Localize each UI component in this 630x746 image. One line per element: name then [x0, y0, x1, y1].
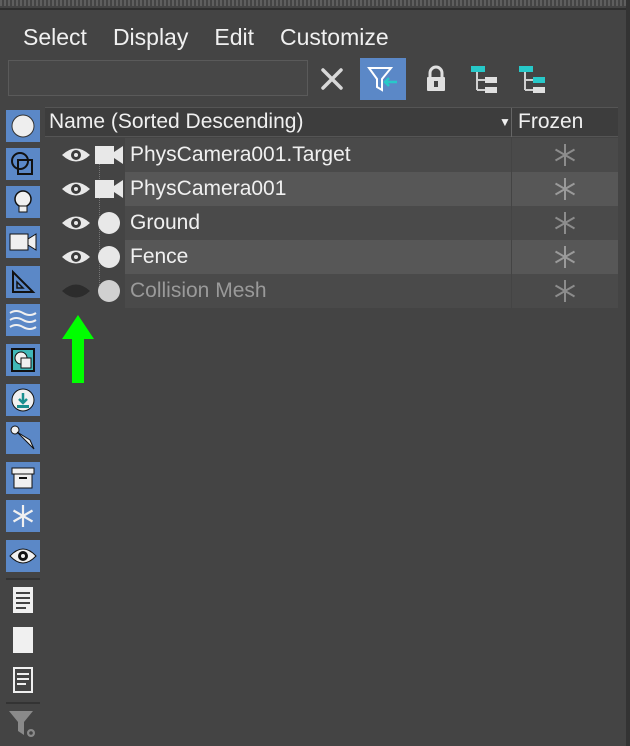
- helpers-filter-icon: [12, 269, 36, 293]
- geometry-filter-button[interactable]: [6, 110, 40, 142]
- helpers-filter-button[interactable]: [6, 266, 40, 298]
- frozen-filter-button[interactable]: [6, 500, 40, 532]
- shapes-filter-button[interactable]: [6, 148, 40, 180]
- frozen-snowflake-icon[interactable]: [553, 279, 577, 303]
- annotation-arrow-icon: [62, 315, 94, 383]
- panel-divider: [0, 8, 630, 10]
- geometry-icon: [98, 280, 120, 302]
- hierarchy-icon: [471, 66, 497, 93]
- cameras-filter-button[interactable]: [6, 226, 40, 258]
- frozen-snowflake-icon[interactable]: [553, 245, 577, 269]
- filter-toggle-button[interactable]: [360, 58, 406, 100]
- select-all-icon: [13, 587, 33, 613]
- panel-grip[interactable]: [0, 0, 630, 6]
- lock-icon: [427, 65, 445, 91]
- filter-arrow-icon: [367, 67, 397, 92]
- geometry-icon: [98, 212, 120, 234]
- column-header-frozen[interactable]: Frozen: [518, 108, 583, 136]
- search-input[interactable]: [8, 60, 308, 96]
- select-none-icon: [13, 627, 33, 653]
- invert-selection-button[interactable]: [6, 664, 40, 696]
- column-divider[interactable]: [511, 108, 512, 137]
- lights-filter-button[interactable]: [6, 186, 40, 218]
- table-row[interactable]: Ground: [45, 206, 618, 240]
- panel-right-edge: [626, 0, 630, 746]
- column-header-name[interactable]: Name (Sorted Descending): [49, 108, 303, 136]
- sidebar-separator: [6, 702, 40, 704]
- visible-eye-icon[interactable]: [61, 213, 91, 233]
- table-row[interactable]: Collision Mesh: [45, 274, 618, 308]
- bones-filter-icon: [10, 425, 35, 450]
- geometry-filter-icon: [11, 114, 35, 138]
- frozen-snowflake-icon[interactable]: [553, 143, 577, 167]
- frozen-snowflake-icon[interactable]: [553, 211, 577, 235]
- hidden-filter-icon: [9, 548, 37, 564]
- select-none-button[interactable]: [6, 624, 40, 656]
- menu-edit[interactable]: Edit: [201, 20, 267, 54]
- select-all-button[interactable]: [6, 584, 40, 616]
- camera-icon: [95, 146, 123, 164]
- geometry-icon: [98, 246, 120, 268]
- lock-selection-button[interactable]: [416, 58, 456, 100]
- menu-customize[interactable]: Customize: [267, 20, 402, 54]
- table-row[interactable]: Fence: [45, 240, 618, 274]
- cameras-filter-icon: [9, 233, 37, 251]
- object-name: PhysCamera001.Target: [130, 143, 351, 166]
- toolbar: [8, 58, 608, 102]
- menu-select[interactable]: Select: [10, 20, 100, 54]
- menu-display[interactable]: Display: [100, 20, 201, 54]
- object-name: Fence: [130, 245, 189, 268]
- bones-filter-button[interactable]: [6, 422, 40, 454]
- groups-filter-icon: [11, 348, 35, 372]
- table-row[interactable]: PhysCamera001: [45, 172, 618, 206]
- hidden-eye-icon[interactable]: [61, 281, 91, 301]
- xref-filter-button[interactable]: [6, 384, 40, 416]
- table-row[interactable]: PhysCamera001.Target: [45, 138, 618, 172]
- lights-filter-icon: [14, 190, 32, 213]
- frozen-snowflake-icon[interactable]: [553, 177, 577, 201]
- containers-filter-button[interactable]: [6, 462, 40, 494]
- visible-eye-icon[interactable]: [61, 247, 91, 267]
- sidebar-separator: [6, 578, 40, 580]
- shapes-filter-icon: [11, 152, 33, 175]
- spacewarps-filter-button[interactable]: [6, 304, 40, 336]
- frozen-filter-icon: [12, 505, 34, 527]
- sort-descending-icon[interactable]: ▼: [499, 108, 511, 136]
- table-header: Name (Sorted Descending) ▼ Frozen: [45, 107, 618, 137]
- groups-filter-button[interactable]: [6, 344, 40, 376]
- filter-settings-icon: [9, 711, 37, 739]
- hidden-filter-button[interactable]: [6, 540, 40, 572]
- xref-filter-icon: [11, 388, 35, 412]
- hierarchy-selected-icon: [519, 66, 545, 93]
- hierarchy-collapse-button[interactable]: [512, 58, 552, 100]
- clear-search-button[interactable]: [312, 58, 352, 100]
- visible-eye-icon[interactable]: [61, 179, 91, 199]
- containers-filter-icon: [11, 467, 35, 489]
- filter-sidebar: [4, 108, 42, 746]
- invert-selection-icon: [13, 667, 33, 693]
- spacewarps-filter-icon: [9, 310, 37, 330]
- object-name: PhysCamera001: [130, 177, 287, 200]
- filter-settings-button[interactable]: [6, 708, 40, 740]
- hierarchy-expand-button[interactable]: [464, 58, 504, 100]
- object-name: Collision Mesh: [130, 279, 267, 302]
- close-icon: [321, 68, 343, 90]
- object-name: Ground: [130, 211, 201, 234]
- visible-eye-icon[interactable]: [61, 145, 91, 165]
- menu-bar: Select Display Edit Customize: [10, 20, 402, 54]
- camera-icon: [95, 180, 123, 198]
